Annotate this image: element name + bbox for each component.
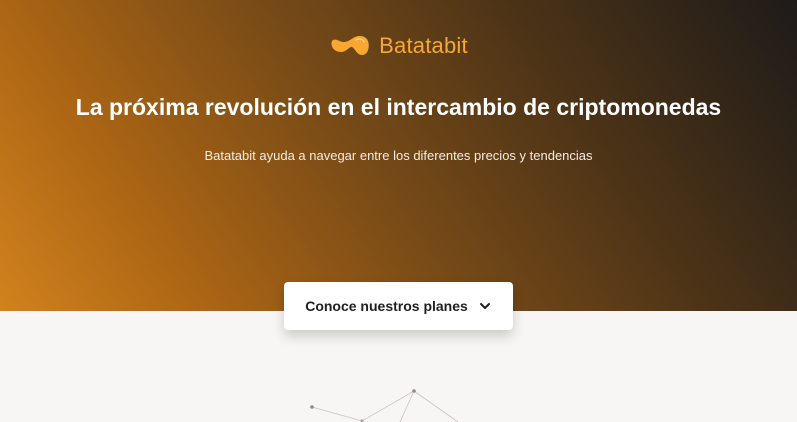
chevron-down-icon	[478, 299, 492, 313]
hero-section: Batatabit La próxima revolución en el in…	[0, 0, 797, 311]
hero-title: La próxima revolución en el intercambio …	[75, 94, 722, 120]
brand-logo[interactable]: Batatabit	[0, 33, 797, 59]
plans-button-label: Conoce nuestros planes	[305, 298, 468, 314]
potato-logo-icon	[329, 33, 371, 59]
plans-button[interactable]: Conoce nuestros planes	[284, 282, 513, 330]
brand-name: Batatabit	[379, 33, 468, 58]
hero-subtitle: Batatabit ayuda a navegar entre los dife…	[204, 148, 593, 163]
network-decoration	[310, 389, 459, 422]
